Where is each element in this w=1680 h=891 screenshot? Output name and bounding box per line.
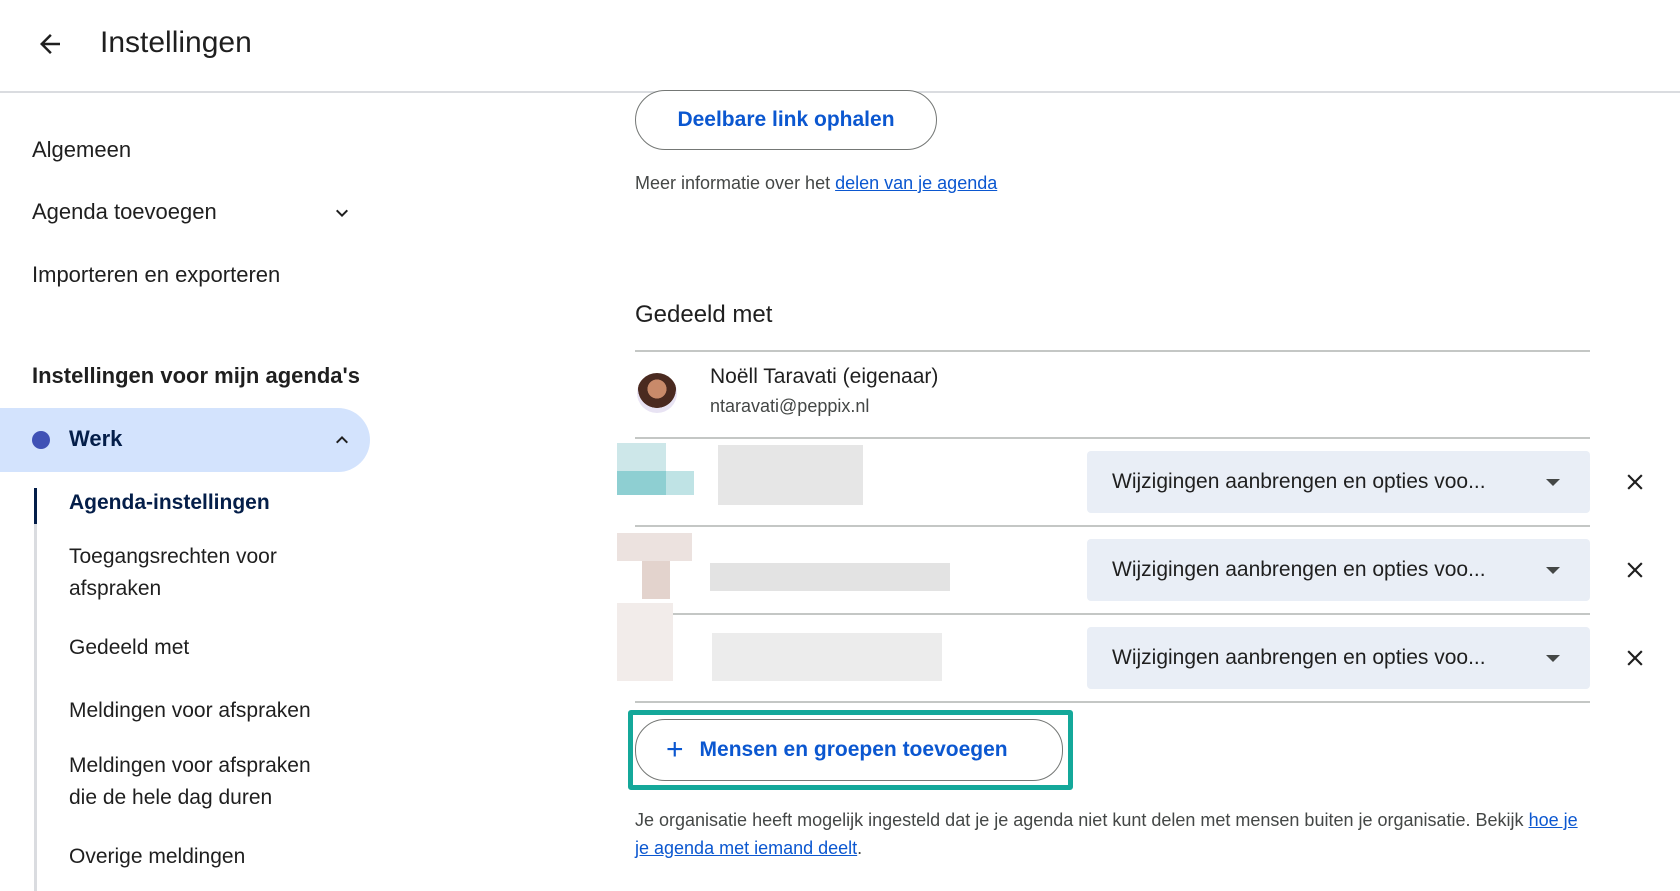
sidebar-item-werk[interactable]: Werk [0,408,370,472]
blurred-user-info [712,633,942,681]
avatar [637,373,677,413]
divider [635,437,1590,439]
permission-select[interactable]: Wijzigingen aanbrengen en opties voo... [1087,451,1590,513]
calendar-name: Werk [69,426,123,451]
owner-email: ntaravati@peppix.nl [710,396,870,416]
main-content: Deelbare link ophalen Meer informatie ov… [617,90,1680,891]
dropdown-arrow-icon [1546,479,1560,486]
sidebar: Algemeen Agenda toevoegen Importeren en … [0,95,380,891]
subnav-gedeeld-met[interactable]: Gedeeld met [69,632,359,664]
arrow-left-icon [40,34,60,54]
blurred-user-info [718,445,863,505]
sidebar-item-algemeen[interactable]: Algemeen [32,137,131,163]
get-shareable-link-button[interactable]: Deelbare link ophalen [635,90,937,150]
blurred-avatar [617,533,692,561]
blurred-user-info [710,563,950,591]
add-people-button[interactable]: + Mensen en groepen toevoegen [635,719,1063,781]
subnav-line [34,488,37,891]
permission-select[interactable]: Wijzigingen aanbrengen en opties voo... [1087,539,1590,601]
blurred-avatar [617,603,673,681]
chevron-up-icon[interactable] [330,428,354,452]
plus-icon: + [666,733,684,766]
section-title: Instellingen voor mijn agenda's [32,363,360,388]
permission-value: Wijzigingen aanbrengen en opties voo... [1112,470,1486,493]
close-icon [1627,474,1643,490]
share-info-text: Meer informatie over het delen van je ag… [635,173,997,194]
blurred-avatar [642,561,670,599]
sidebar-item-label: Agenda toevoegen [32,199,217,224]
calendar-color-dot [32,431,50,449]
divider [635,701,1590,703]
divider [635,613,1590,615]
blurred-avatar [666,471,694,495]
dropdown-arrow-icon [1546,567,1560,574]
subnav-agenda-instellingen[interactable]: Agenda-instellingen [69,487,359,519]
subnav-meldingen-hele-dag[interactable]: Meldingen voor afspraken die de hele dag… [69,750,339,814]
share-info-link[interactable]: delen van je agenda [835,173,997,193]
subnav-active-indicator [34,488,37,524]
back-button[interactable] [30,24,70,64]
blurred-avatar [617,443,666,471]
org-note: Je organisatie heeft mogelijk ingesteld … [635,806,1595,862]
divider [635,525,1590,527]
add-people-label: Mensen en groepen toevoegen [699,738,1008,761]
remove-user-button[interactable] [1617,464,1653,500]
owner-name: Noëll Taravati (eigenaar) [710,365,939,388]
page-title: Instellingen [100,26,252,59]
permission-value: Wijzigingen aanbrengen en opties voo... [1112,558,1486,581]
org-note-text: Je organisatie heeft mogelijk ingesteld … [635,810,1529,830]
sidebar-item-importeren-exporteren[interactable]: Importeren en exporteren [32,262,280,288]
chevron-down-icon[interactable] [330,201,354,225]
blurred-avatar [617,471,666,495]
org-note-end: . [857,838,863,858]
permission-value: Wijzigingen aanbrengen en opties voo... [1112,646,1486,669]
permission-select[interactable]: Wijzigingen aanbrengen en opties voo... [1087,627,1590,689]
remove-user-button[interactable] [1617,640,1653,676]
dropdown-arrow-icon [1546,655,1560,662]
top-bar: Instellingen [0,0,1680,93]
divider [635,350,1590,352]
close-icon [1627,650,1643,666]
shared-with-heading: Gedeeld met [635,301,773,328]
subnav-overige-meldingen[interactable]: Overige meldingen [69,841,359,873]
share-info-prefix: Meer informatie over het [635,173,836,193]
subnav-meldingen-afspraken[interactable]: Meldingen voor afspraken [69,695,359,727]
remove-user-button[interactable] [1617,552,1653,588]
close-icon [1627,562,1643,578]
sidebar-item-agenda-toevoegen[interactable]: Agenda toevoegen [32,199,352,225]
subnav-toegangsrechten[interactable]: Toegangsrechten voor afspraken [69,541,319,605]
